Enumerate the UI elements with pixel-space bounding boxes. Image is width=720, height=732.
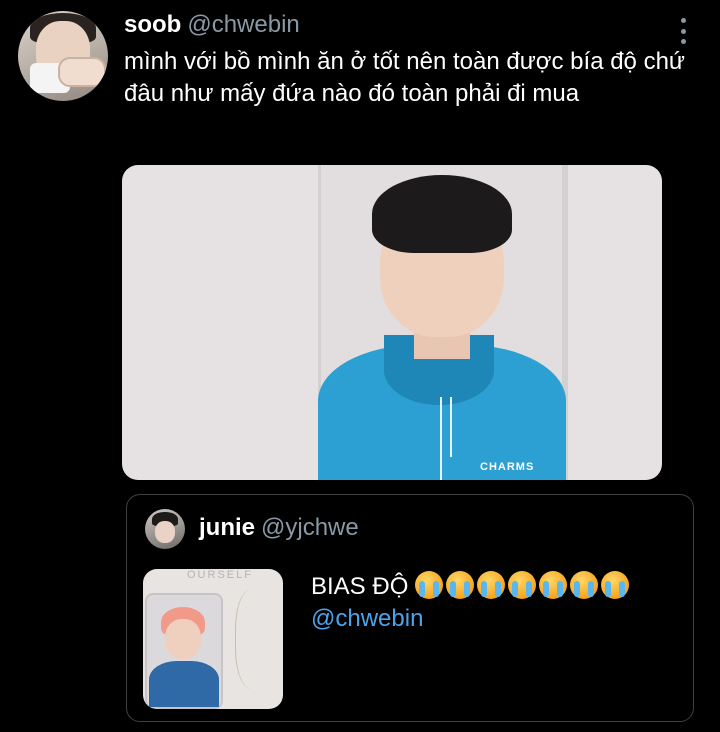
photo-tag: CHARMS <box>480 461 535 473</box>
quote-text-block: BIAS ĐỘ @chwebin <box>311 571 681 635</box>
author-handle[interactable]: @chwebin <box>187 11 299 38</box>
thumb-face <box>165 619 201 659</box>
quote-header: junie @yjchwe <box>199 513 359 543</box>
emoji-row <box>415 571 632 600</box>
thumb-decoration <box>235 589 276 689</box>
quote-author-handle[interactable]: @yjchwe <box>261 514 359 541</box>
avatar-hand <box>58 57 106 87</box>
tweet-photo[interactable]: CHARMS <box>122 165 662 480</box>
photo-hair <box>372 175 512 253</box>
quote-mention[interactable]: @chwebin <box>311 605 423 632</box>
avatar-face <box>155 521 175 543</box>
quote-thumbnail[interactable]: OURSELF <box>143 569 283 709</box>
tweet-header: soob @chwebin <box>124 10 300 40</box>
author-avatar[interactable] <box>18 11 108 101</box>
more-dot <box>680 18 686 23</box>
loudly-crying-face-emoji <box>601 571 630 599</box>
quote-text: BIAS ĐỘ <box>311 573 409 600</box>
thumb-jacket <box>149 661 219 707</box>
photo-drawstring <box>450 397 452 457</box>
tweet-text: mình với bồ mình ăn ở tốt nên toàn được … <box>124 48 685 107</box>
thumb-text: OURSELF <box>187 569 253 581</box>
quote-author-name[interactable]: junie <box>199 514 255 541</box>
loudly-crying-face-emoji <box>539 571 568 599</box>
loudly-crying-face-emoji <box>508 571 537 599</box>
author-name[interactable]: soob <box>124 11 181 38</box>
quote-author-avatar[interactable] <box>145 509 185 549</box>
quoted-tweet[interactable]: junie @yjchwe OURSELF BIAS ĐỘ @chwebin <box>126 494 694 722</box>
more-options-icon[interactable] <box>672 16 694 46</box>
loudly-crying-face-emoji <box>415 571 444 599</box>
more-dot <box>680 39 686 44</box>
loudly-crying-face-emoji <box>477 571 506 599</box>
loudly-crying-face-emoji <box>570 571 599 599</box>
loudly-crying-face-emoji <box>446 571 475 599</box>
more-dot <box>680 28 686 34</box>
photo-drawstring <box>440 397 442 480</box>
